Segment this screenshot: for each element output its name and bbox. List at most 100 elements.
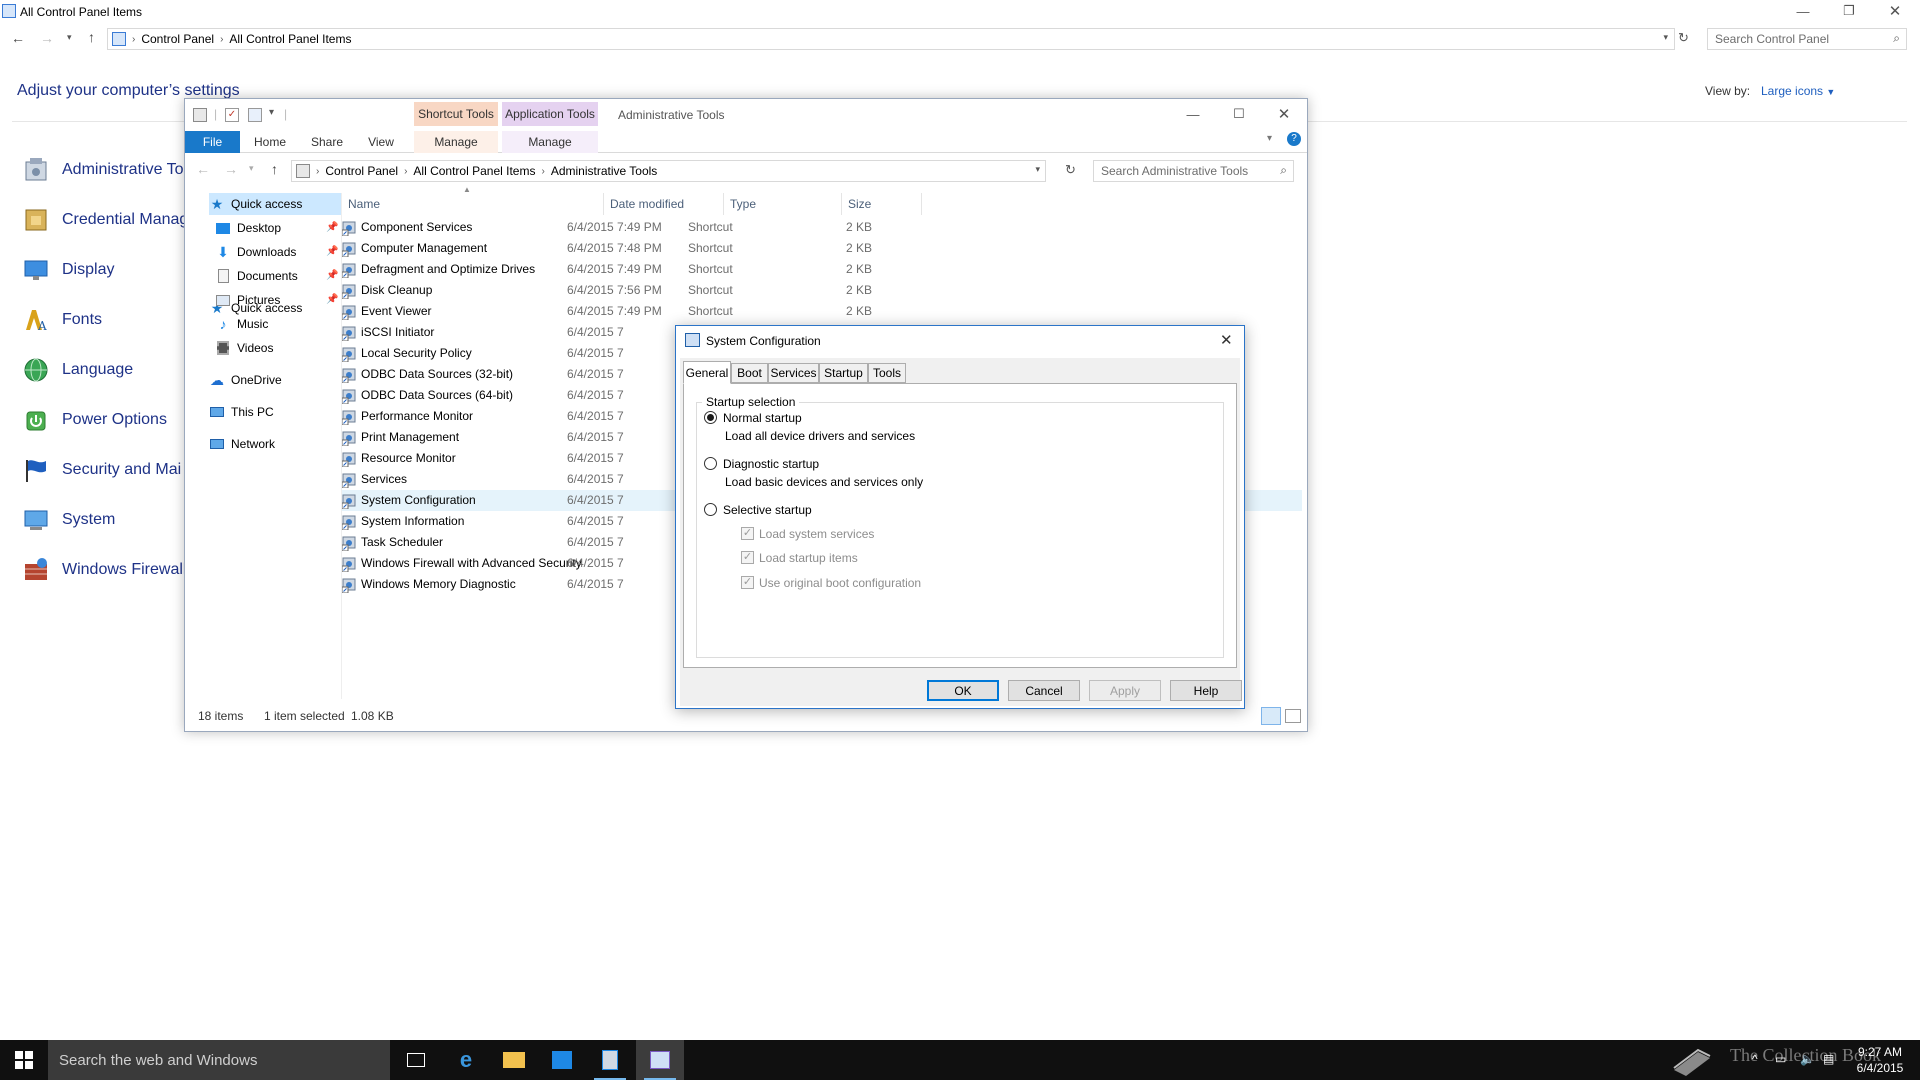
pin-icon[interactable]: 📌 (326, 270, 338, 281)
option-label[interactable]: Diagnostic startup (723, 457, 819, 471)
breadcrumb-all-items[interactable]: All Control Panel Items (229, 32, 351, 46)
cp-item-power-options[interactable]: Power Options (20, 400, 167, 440)
tab-startup[interactable]: Startup (819, 363, 868, 383)
pin-icon[interactable]: 📌 (326, 294, 338, 305)
tab-manage-shortcut[interactable]: Manage (414, 131, 498, 153)
radio-diagnostic-startup[interactable] (704, 457, 717, 470)
ribbon-expand-icon[interactable]: ▾ (1267, 133, 1272, 144)
network-tray-icon[interactable]: ▭ (1775, 1052, 1786, 1066)
back-arrow-icon[interactable]: ← (11, 30, 25, 46)
nav-downloads[interactable]: ⬇ Downloads (215, 241, 296, 263)
nav-desktop[interactable]: Desktop (215, 217, 281, 239)
cp-item-display[interactable]: Display (20, 250, 114, 290)
column-header-type[interactable]: Type (724, 193, 842, 215)
ok-button[interactable]: OK (927, 680, 999, 701)
qat-customize-icon[interactable]: ▾ (269, 107, 274, 118)
pin-icon[interactable]: 📌 (326, 222, 338, 233)
nav-videos[interactable]: Videos (215, 337, 273, 359)
nav-network[interactable]: Network (209, 433, 275, 455)
tab-shortcut-tools[interactable]: Shortcut Tools (414, 102, 498, 126)
back-arrow-icon[interactable]: ← (196, 161, 210, 177)
nav-quick-access[interactable]: ★ Quick access (209, 193, 341, 215)
close-icon[interactable]: ✕ (1220, 331, 1233, 349)
nav-music[interactable]: ♪ Music (215, 313, 269, 335)
taskbar-msconfig-running[interactable] (636, 1040, 684, 1080)
breadcrumb-all-items[interactable]: All Control Panel Items (413, 164, 535, 178)
view-by-dropdown[interactable]: Large icons ▼ (1761, 84, 1835, 98)
taskbar-edge[interactable]: e (442, 1040, 490, 1080)
refresh-icon[interactable]: ↻ (1065, 162, 1076, 178)
cp-item-fonts[interactable]: A Fonts (20, 300, 102, 340)
table-row[interactable]: Component Services 6/4/2015 7:49 PM Shortc… (341, 217, 1302, 238)
action-center-icon[interactable]: ▤ (1823, 1052, 1834, 1066)
tab-home[interactable]: Home (245, 131, 295, 153)
nav-onedrive[interactable]: ☁ OneDrive (209, 369, 282, 391)
forward-arrow-icon[interactable]: → (224, 161, 238, 177)
cp-item-security-maintenance[interactable]: Security and Mai (20, 450, 181, 490)
table-row[interactable]: Event Viewer 6/4/2015 7:49 PM Shortcut 2 KB (341, 301, 1302, 322)
pin-icon[interactable]: 📌 (326, 246, 338, 257)
table-row[interactable]: Defragment and Optimize Drives 6/4/2015 7… (341, 259, 1302, 280)
cp-item-language[interactable]: Language (20, 350, 133, 390)
radio-selective-startup[interactable] (704, 503, 717, 516)
help-icon[interactable]: ? (1287, 132, 1301, 146)
volume-icon[interactable]: 🔈 (1800, 1052, 1815, 1066)
cp-item-administrative-tools[interactable]: Administrative To (20, 150, 184, 190)
tab-application-tools[interactable]: Application Tools (502, 102, 598, 126)
column-header-date[interactable]: Date modified (604, 193, 724, 215)
close-button[interactable]: ✕ (1872, 0, 1918, 22)
explorer-search-input[interactable]: Search Administrative Tools ⌕ (1093, 160, 1294, 182)
address-bar[interactable]: › Control Panel › All Control Panel Item… (291, 160, 1046, 182)
column-header-size[interactable]: Size (842, 193, 922, 215)
cp-item-windows-firewall[interactable]: Windows Firewall (20, 550, 186, 590)
breadcrumb-admin-tools[interactable]: Administrative Tools (551, 164, 658, 178)
nav-this-pc[interactable]: This PC (209, 401, 274, 423)
new-folder-icon[interactable] (248, 108, 262, 122)
cp-item-credential-manager[interactable]: Credential Manag (20, 200, 188, 240)
up-arrow-icon[interactable]: ↑ (271, 161, 278, 177)
breadcrumb-control-panel[interactable]: Control Panel (325, 164, 398, 178)
tab-view[interactable]: View (359, 131, 403, 153)
recent-chevron-icon[interactable]: ▾ (67, 32, 72, 43)
control-panel-search-input[interactable]: Search Control Panel ⌕ (1707, 28, 1907, 50)
search-icon[interactable]: ⌕ (1893, 31, 1900, 46)
option-label[interactable]: Selective startup (723, 503, 812, 517)
tab-file[interactable]: File (185, 131, 240, 153)
tab-manage-application[interactable]: Manage (502, 131, 598, 153)
minimize-button[interactable]: — (1780, 0, 1826, 22)
column-header-name[interactable]: Name (342, 193, 604, 215)
checkbox-use-original-boot[interactable]: ✓ (741, 576, 754, 589)
address-dropdown-icon[interactable]: ▾ (1663, 32, 1668, 43)
checkbox-load-system-services[interactable]: ✓ (741, 527, 754, 540)
taskbar-clock[interactable]: 9:27 AM 6/4/2015 (1845, 1044, 1915, 1076)
tab-tools[interactable]: Tools (868, 363, 906, 383)
nav-documents[interactable]: Documents (215, 265, 298, 287)
breadcrumb-control-panel[interactable]: Control Panel (141, 32, 214, 46)
close-button[interactable]: ✕ (1261, 103, 1307, 125)
start-button[interactable] (0, 1040, 48, 1080)
cancel-button[interactable]: Cancel (1008, 680, 1080, 701)
recent-chevron-icon[interactable]: ▾ (249, 163, 254, 174)
address-dropdown-icon[interactable]: ▾ (1035, 164, 1040, 175)
tab-share[interactable]: Share (302, 131, 352, 153)
checkbox-load-startup-items[interactable]: ✓ (741, 551, 754, 564)
taskbar-store[interactable] (538, 1040, 586, 1080)
nav-pictures[interactable]: Pictures (215, 289, 280, 311)
address-bar[interactable]: › Control Panel › All Control Panel Item… (107, 28, 1675, 50)
tab-services[interactable]: Services (768, 363, 819, 383)
cp-item-system[interactable]: System (20, 500, 115, 540)
forward-arrow-icon[interactable]: → (40, 30, 54, 46)
tab-boot[interactable]: Boot (731, 363, 768, 383)
help-button[interactable]: Help (1170, 680, 1242, 701)
minimize-button[interactable]: — (1170, 103, 1216, 125)
properties-icon[interactable]: ✓ (225, 108, 239, 122)
tray-chevron-icon[interactable]: ^ (1752, 1052, 1758, 1066)
radio-normal-startup[interactable] (704, 411, 717, 424)
details-view-icon[interactable] (1261, 707, 1281, 725)
refresh-icon[interactable]: ↻ (1678, 30, 1689, 46)
tab-general[interactable]: General (683, 361, 731, 384)
up-arrow-icon[interactable]: ↑ (88, 29, 95, 45)
search-icon[interactable]: ⌕ (1280, 163, 1287, 178)
table-row[interactable]: Computer Management 6/4/2015 7:48 PM Short… (341, 238, 1302, 259)
table-row[interactable]: Disk Cleanup 6/4/2015 7:56 PM Shortcut 2 KB (341, 280, 1302, 301)
